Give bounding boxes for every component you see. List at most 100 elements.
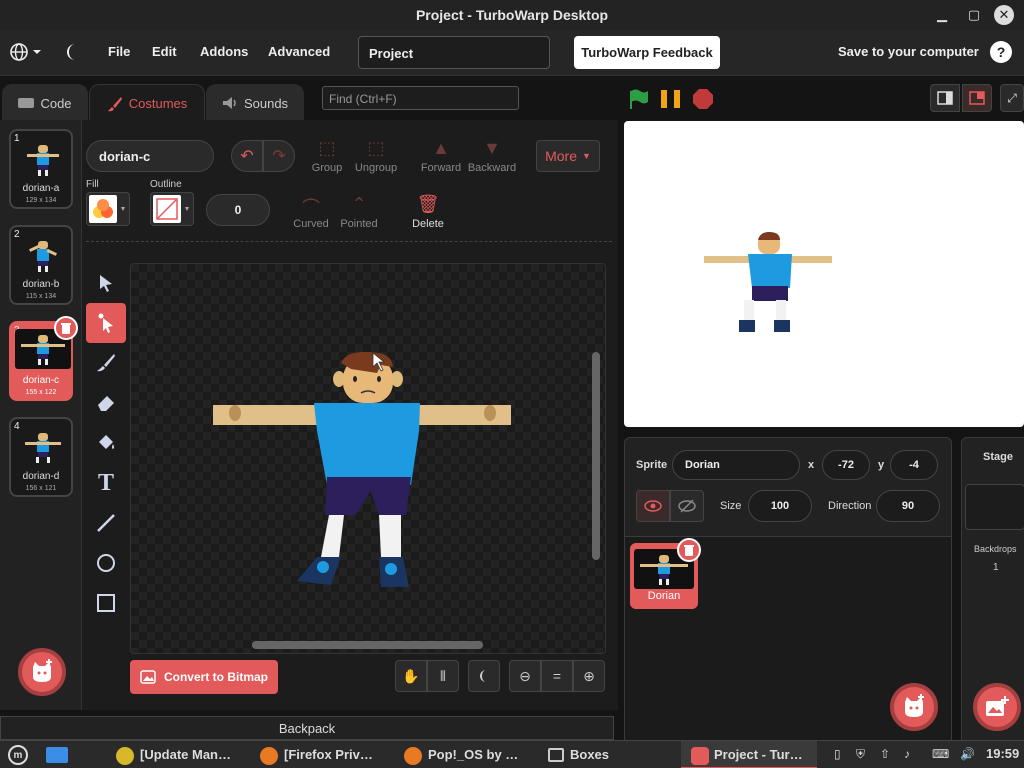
canvas-theme-button[interactable] [468,660,500,692]
bell-icon[interactable]: ♪ [904,747,910,761]
fullscreen-icon: ⤢ [1007,90,1017,105]
stop-button[interactable] [692,88,714,110]
costume-thumbnail [29,241,57,272]
pointed-button[interactable]: ⌃ Pointed [329,194,389,230]
costume-number: 2 [14,229,20,240]
delete-button[interactable]: 🗑 Delete [398,194,458,230]
project-title-input[interactable]: Project [358,36,550,69]
x-input[interactable]: -72 [822,450,870,480]
costume-item[interactable]: 2 dorian-b 115 x 134 [9,225,73,305]
menu-file[interactable]: File [108,44,130,59]
costume-name-input[interactable]: dorian-c [86,140,214,172]
add-backdrop-button[interactable] [973,683,1021,731]
costume-item[interactable]: 4 dorian-d 156 x 121 [9,417,73,497]
keyboard-icon[interactable]: ⌨ [932,747,949,761]
theme-toggle[interactable] [64,42,82,62]
update-manager-icon[interactable] [116,747,134,765]
horizontal-scrollbar[interactable] [252,641,483,649]
fill-color-picker[interactable] [86,192,130,226]
zoom-out-button[interactable]: ⊖ [509,660,541,692]
app-launcher-icon[interactable]: m [8,745,28,765]
stage-canvas[interactable] [624,121,1024,427]
volume-icon[interactable]: 🔊 [960,747,975,761]
add-costume-button[interactable] [18,648,66,696]
help-button[interactable]: ? [990,41,1012,63]
boxes-icon[interactable] [548,748,564,762]
show-sprite-button[interactable] [636,490,670,522]
clock[interactable]: 19:59 [986,746,1019,761]
rectangle-tool[interactable] [86,583,126,623]
tab-costumes[interactable]: Costumes [89,84,205,122]
direction-input[interactable]: 90 [876,490,940,522]
outline-color-picker[interactable] [150,192,194,226]
menu-edit[interactable]: Edit [152,44,177,59]
minimize-button[interactable]: ▁ [932,5,952,25]
maximize-button[interactable]: ▢ [964,5,984,25]
menu-addons[interactable]: Addons [200,44,248,59]
delete-sprite-button[interactable] [677,538,701,562]
brush-tool[interactable] [86,343,126,383]
line-tool[interactable] [86,503,126,543]
menu-advanced[interactable]: Advanced [268,44,330,59]
files-icon[interactable] [46,747,68,763]
upload-icon[interactable]: ⇧ [880,747,890,761]
task-boxes[interactable]: Boxes [570,747,609,762]
task-firefox-private[interactable]: [Firefox Priv… [284,747,373,762]
task-update-manager[interactable]: [Update Man… [140,747,231,762]
zoom-in-button[interactable]: ⊕ [573,660,605,692]
small-stage-button[interactable] [930,84,960,112]
select-tool[interactable] [86,263,126,303]
backpack-header[interactable]: Backpack [0,716,614,740]
outline-swatch-icon [153,195,189,223]
size-input[interactable]: 100 [748,490,812,522]
save-button[interactable]: Save to your computer [838,44,979,59]
zoom-out-icon: ⊖ [519,667,531,684]
paint-bucket-icon [99,435,114,449]
task-popos[interactable]: Pop!_OS by … [428,747,518,762]
feedback-button[interactable]: TurboWarp Feedback [574,36,720,69]
shield-icon[interactable]: ⛨ [856,747,865,762]
hand-tool-button[interactable]: ✋ [395,660,427,692]
ungroup-button[interactable]: ⬚ Ungroup [346,138,406,174]
more-button[interactable]: More ▼ [536,140,600,172]
normal-stage-button[interactable] [962,84,992,112]
clipboard-icon[interactable]: ▯ [834,747,841,761]
outline-width-input[interactable]: 0 [206,194,270,226]
backward-button[interactable]: ▼ Backward [462,138,522,174]
vertical-scrollbar[interactable] [592,352,600,560]
add-sprite-button[interactable] [890,683,938,731]
costume-name: dorian-b [22,279,60,290]
speaker-icon [222,97,236,109]
sprite-card-name: Dorian [647,590,681,602]
costume-size: 115 x 134 [25,293,57,300]
fill-tool[interactable] [86,423,126,463]
green-flag-button[interactable] [628,88,650,110]
circle-tool[interactable] [86,543,126,583]
reshape-tool[interactable] [86,303,126,343]
hide-sprite-button[interactable] [670,490,704,522]
firefox-icon[interactable] [404,747,422,765]
search-input[interactable]: Find (Ctrl+F) [322,86,519,110]
firefox-icon[interactable] [260,747,278,765]
tab-sounds[interactable]: Sounds [206,84,304,122]
globe-icon [10,43,41,61]
undo-button[interactable]: ↶ [231,140,263,172]
fullscreen-button[interactable]: ⤢ [1000,84,1024,112]
costume-thumbnail [25,433,61,463]
language-menu[interactable] [10,42,44,62]
y-input[interactable]: -4 [890,450,938,480]
pause-button[interactable] [660,88,682,110]
costume-item[interactable]: 1 dorian-a 129 x 134 [9,129,73,209]
text-tool[interactable]: T [86,463,126,503]
sprite-name-input[interactable]: Dorian [672,450,800,480]
convert-to-bitmap-button[interactable]: Convert to Bitmap [130,660,278,694]
tab-code[interactable]: Code [2,84,88,122]
costume-thumbnail [27,145,59,176]
grid-toggle-button[interactable]: ⦀ [427,660,459,692]
delete-costume-button[interactable] [54,316,78,340]
paint-canvas[interactable] [130,263,606,654]
close-button[interactable]: ✕ [994,5,1014,25]
zoom-reset-button[interactable]: = [541,660,573,692]
eraser-tool[interactable] [86,383,126,423]
redo-button[interactable]: ↷ [263,140,295,172]
